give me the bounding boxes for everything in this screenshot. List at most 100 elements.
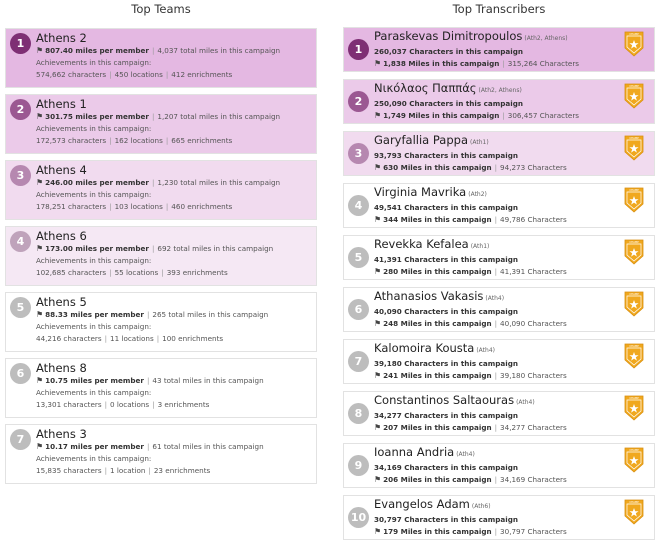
team-name[interactable]: Athens 1 xyxy=(36,97,312,111)
transcriber-characters-total: 41,391 Characters xyxy=(500,267,567,276)
transcriber-name-line: Paraskevas Dimitropoulos (Ath2, Athens) xyxy=(374,29,650,46)
separator: | xyxy=(151,46,155,55)
transcriber-card[interactable]: 9 Ioanna Andria (Ath4) 34,169 Characters … xyxy=(343,443,655,488)
transcriber-card[interactable]: 5 Revekka Kefalea (Ath1) 41,391 Character… xyxy=(343,235,655,280)
separator: | xyxy=(104,400,108,409)
transcriber-miles-line: ⚑ 241 Miles in this campaign | 39,180 Chara… xyxy=(374,370,650,382)
separator: | xyxy=(151,178,155,187)
team-name[interactable]: Athens 8 xyxy=(36,361,312,375)
transcriber-name[interactable]: Kalomoira Kousta xyxy=(374,341,474,355)
flag-icon: ⚑ xyxy=(36,244,44,253)
transcriber-card[interactable]: 8 Constantinos Saltaouras (Ath4) 34,277 C… xyxy=(343,391,655,436)
miles-per-member: 10.75 miles per member xyxy=(45,376,144,385)
transcriber-miles: 280 Miles in this campaign xyxy=(383,267,492,276)
transcriber-name[interactable]: Athanasios Vakasis xyxy=(374,289,483,303)
champ-shield-icon: CHAMP xyxy=(624,135,644,161)
separator: | xyxy=(151,112,155,121)
transcriber-card[interactable]: 4 Virginia Mavrika (Ath2) 49,541 Characte… xyxy=(343,183,655,228)
separator: | xyxy=(151,244,155,253)
total-miles: 692 total miles in this campaign xyxy=(157,244,274,253)
transcriber-card[interactable]: 10 Evangelos Adam (Ath6) 30,797 Character… xyxy=(343,495,655,540)
total-miles: 61 total miles in this campaign xyxy=(152,442,264,451)
rank-badge: 6 xyxy=(10,363,31,384)
transcribers-list: 1 Paraskevas Dimitropoulos (Ath2, Athens)… xyxy=(343,27,655,540)
separator: | xyxy=(494,267,498,276)
separator: | xyxy=(146,376,150,385)
transcriber-name[interactable]: Paraskevas Dimitropoulos xyxy=(374,29,522,43)
team-miles-line: ⚑ 88.33 miles per member | 265 total miles … xyxy=(36,309,312,321)
champ-label: CHAMP xyxy=(629,32,639,36)
total-miles: 265 total miles in this campaign xyxy=(152,310,269,319)
team-card[interactable]: 3 Athens 4 ⚑ 246.00 miles per member | 1,23… xyxy=(5,160,317,220)
rank-badge: 2 xyxy=(10,99,31,120)
team-card[interactable]: 1 Athens 2 ⚑ 807.40 miles per member | 4,03… xyxy=(5,28,317,88)
team-card[interactable]: 4 Athens 6 ⚑ 173.00 miles per member | 692 … xyxy=(5,226,317,286)
team-name[interactable]: Athens 5 xyxy=(36,295,312,309)
team-card[interactable]: 5 Athens 5 ⚑ 88.33 miles per member | 265 t… xyxy=(5,292,317,352)
rank-badge: 1 xyxy=(348,39,369,60)
rank-badge: 4 xyxy=(10,231,31,252)
separator: | xyxy=(494,371,498,380)
transcriber-miles: 248 Miles in this campaign xyxy=(383,319,492,328)
transcriber-miles: 207 Miles in this campaign xyxy=(383,423,492,432)
separator: | xyxy=(165,202,169,211)
total-miles: 1,230 total miles in this campaign xyxy=(157,178,281,187)
total-miles: 1,207 total miles in this campaign xyxy=(157,112,281,121)
transcriber-name[interactable]: Garyfallia Pappa xyxy=(374,133,468,147)
separator: | xyxy=(109,268,112,277)
transcriber-name[interactable]: Evangelos Adam xyxy=(374,497,470,511)
transcriber-name[interactable]: Νικόλαος Παππάς xyxy=(374,81,477,95)
characters-campaign: 40,090 Characters in this campaign xyxy=(374,306,650,318)
team-achievements-line: 13,301 characters | 0 locations | 3 enrichme… xyxy=(36,399,312,411)
characters-campaign-value: 93,793 Characters in this campaign xyxy=(374,151,518,160)
champ-shield-icon: CHAMP xyxy=(624,239,644,265)
top-transcribers-title: Top Transcribers xyxy=(452,2,546,16)
team-name[interactable]: Athens 2 xyxy=(36,31,312,45)
separator: | xyxy=(109,202,112,211)
team-locations: 0 locations xyxy=(110,400,150,409)
champ-label: CHAMP xyxy=(629,84,639,88)
team-miles-line: ⚑ 246.00 miles per member | 1,230 total mil… xyxy=(36,177,312,189)
transcriber-teams: (Ath4) xyxy=(485,295,505,302)
separator: | xyxy=(152,400,155,409)
flag-icon: ⚑ xyxy=(374,475,382,484)
rank-badge: 4 xyxy=(348,195,369,216)
team-card[interactable]: 2 Athens 1 ⚑ 301.75 miles per member | 1,20… xyxy=(5,94,317,154)
characters-campaign-value: 30,797 Characters in this campaign xyxy=(374,515,518,524)
characters-campaign: 93,793 Characters in this campaign xyxy=(374,150,650,162)
characters-campaign-value: 34,169 Characters in this campaign xyxy=(374,463,518,472)
transcriber-card[interactable]: 3 Garyfallia Pappa (Ath1) 93,793 Characte… xyxy=(343,131,655,176)
champ-shield-icon: CHAMP xyxy=(624,395,644,421)
champ-label: CHAMP xyxy=(629,448,639,452)
characters-campaign: 39,180 Characters in this campaign xyxy=(374,358,650,370)
team-achievements-line: 102,685 characters | 55 locations | 393 enri… xyxy=(36,267,312,279)
transcriber-card[interactable]: 6 Athanasios Vakasis (Ath4) 40,090 Charac… xyxy=(343,287,655,332)
team-card[interactable]: 7 Athens 3 ⚑ 10.17 miles per member | 61 to… xyxy=(5,424,317,484)
achievements-label: Achievements in this campaign: xyxy=(36,388,152,397)
team-name[interactable]: Athens 4 xyxy=(36,163,312,177)
characters-campaign: 49,541 Characters in this campaign xyxy=(374,202,650,214)
separator: | xyxy=(502,111,505,120)
transcriber-card[interactable]: 2 Νικόλαος Παππάς (Ath2, Athens) 250,090 … xyxy=(343,79,655,124)
team-miles-line: ⚑ 173.00 miles per member | 692 total miles… xyxy=(36,243,312,255)
transcriber-name[interactable]: Virginia Mavrika xyxy=(374,185,466,199)
top-teams-title: Top Teams xyxy=(131,2,191,16)
transcriber-name-line: Garyfallia Pappa (Ath1) xyxy=(374,133,650,150)
rank-badge: 6 xyxy=(348,299,369,320)
transcriber-miles-line: ⚑ 179 Miles in this campaign | 30,797 Chara… xyxy=(374,526,650,538)
top-teams-panel: Top Teams 1 Athens 2 ⚑ 807.40 miles per m… xyxy=(5,0,317,490)
flag-icon: ⚑ xyxy=(374,215,382,224)
rank-badge: 3 xyxy=(10,165,31,186)
transcriber-name[interactable]: Revekka Kefalea xyxy=(374,237,469,251)
champ-shield-icon: CHAMP xyxy=(624,187,644,213)
champ-shield-icon: CHAMP xyxy=(624,31,644,57)
transcriber-card[interactable]: 7 Kalomoira Kousta (Ath4) 39,180 Characte… xyxy=(343,339,655,384)
transcriber-name[interactable]: Ioanna Andria xyxy=(374,445,454,459)
team-name[interactable]: Athens 3 xyxy=(36,427,312,441)
transcriber-name[interactable]: Constantinos Saltaouras xyxy=(374,393,514,407)
team-card[interactable]: 6 Athens 8 ⚑ 10.75 miles per member | 43 to… xyxy=(5,358,317,418)
team-name[interactable]: Athens 6 xyxy=(36,229,312,243)
team-locations: 450 locations xyxy=(114,70,163,79)
achievements-label: Achievements in this campaign: xyxy=(36,454,152,463)
transcriber-card[interactable]: 1 Paraskevas Dimitropoulos (Ath2, Athens)… xyxy=(343,27,655,72)
